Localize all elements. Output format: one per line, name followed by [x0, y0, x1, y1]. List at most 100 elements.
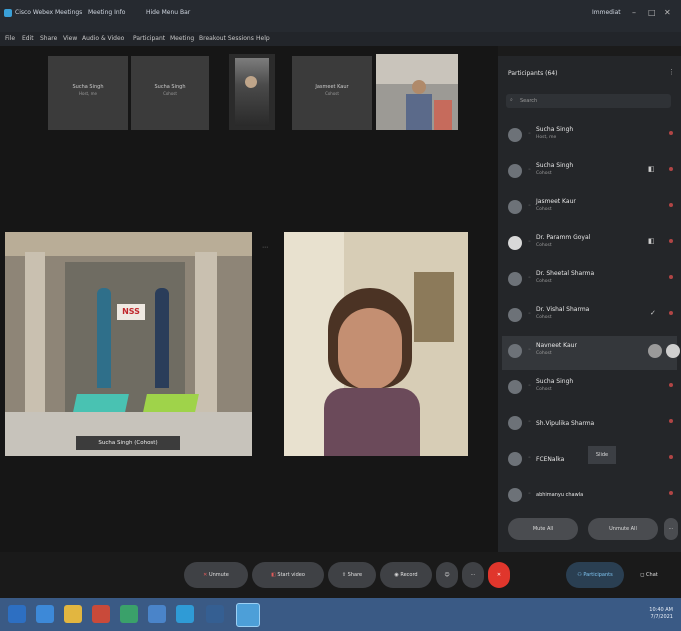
participant-name: Sh.Vipulika Sharma — [536, 420, 595, 427]
menu-help[interactable]: Help — [256, 35, 270, 42]
mic-icon: ◦ — [528, 347, 531, 353]
more-options-button[interactable]: ⋯ — [462, 562, 484, 588]
panel-options-icon[interactable]: ⋮ — [668, 68, 675, 76]
ie-icon[interactable] — [8, 605, 26, 623]
leave-meeting-button[interactable]: ✕ — [488, 562, 510, 588]
more-options-button[interactable] — [666, 344, 680, 358]
menu-edit[interactable]: Edit — [22, 35, 34, 42]
reactions-button[interactable]: ☺ — [436, 562, 458, 588]
close-icon[interactable]: ✕ — [664, 8, 671, 17]
clock-time: 10:40 AM — [649, 607, 673, 613]
participants-title: Participants (64) — [508, 70, 558, 77]
participant-name: Sucha Singh — [536, 162, 574, 169]
participant-search-input[interactable]: ⌕ Search — [506, 94, 671, 108]
maximize-icon[interactable]: □ — [648, 8, 656, 17]
participant-row[interactable]: ◦ Sucha Singh Cohost ◧ — [502, 156, 677, 190]
unmute-all-button[interactable]: Unmute All — [588, 518, 658, 540]
share-button[interactable]: ⇪ Share — [328, 562, 376, 588]
participant-row[interactable]: ◦ abhimanyu chawla — [502, 480, 677, 514]
app-icon[interactable] — [148, 605, 166, 623]
participant-role: Cohost — [536, 315, 552, 320]
smile-icon: ☺ — [444, 572, 450, 578]
person-body — [324, 388, 420, 456]
avatar — [508, 164, 522, 178]
participant-row[interactable]: ◦ Jasmeet Kaur Cohost — [502, 192, 677, 226]
app-icon[interactable] — [206, 605, 224, 623]
thumbnail-role: Host, me — [78, 91, 97, 96]
participant-row[interactable]: ◦ Sucha Singh Cohost — [502, 372, 677, 406]
participants-button[interactable]: ⚇ Participants — [566, 562, 624, 588]
participant-video-thumbnail[interactable] — [376, 54, 458, 130]
search-placeholder: Search — [520, 98, 538, 104]
participant-role: Host, me — [536, 135, 557, 140]
word-icon[interactable] — [176, 605, 194, 623]
status-dot — [669, 491, 673, 495]
start-video-button[interactable]: ◧ Start video — [252, 562, 324, 588]
participant-thumbnail[interactable]: Jasmeet Kaur Cohost — [292, 56, 372, 130]
participant-row[interactable]: ◦ Sucha Singh Host, me — [502, 120, 677, 154]
status-dot — [669, 311, 673, 315]
meeting-info-tab[interactable]: Meeting Info — [88, 9, 125, 16]
person-face — [338, 308, 402, 390]
participant-role: Cohost — [536, 387, 552, 392]
unmute-button[interactable]: ✕ Unmute — [184, 562, 248, 588]
menu-breakout[interactable]: Breakout Sessions — [199, 35, 254, 42]
participant-row[interactable]: ◦ Dr. Paramm Goyal Cohost ◧ — [502, 228, 677, 262]
meeting-controls: ✕ Unmute ◧ Start video ⇪ Share ◉ Record … — [0, 552, 681, 598]
participant-row[interactable]: ◦ Dr. Vishal Sharma Cohost ✓ — [502, 300, 677, 334]
mic-icon: ◦ — [528, 455, 531, 461]
person-figure — [97, 288, 111, 388]
main-video-left[interactable]: NSS — [5, 232, 252, 456]
mic-icon: ◦ — [528, 239, 531, 245]
chrome-icon[interactable] — [120, 605, 138, 623]
avatar — [508, 308, 522, 322]
webex-taskbar-icon[interactable] — [236, 603, 260, 627]
participant-name: Dr. Sheetal Sharma — [536, 270, 595, 277]
more-button[interactable]: ⋯ — [664, 518, 678, 540]
avatar — [508, 380, 522, 394]
participant-row[interactable]: ◦ Sh.Vipulika Sharma — [502, 408, 677, 442]
yoga-mat — [143, 394, 199, 412]
mic-icon: ◦ — [528, 167, 531, 173]
menu-audio-video[interactable]: Audio & Video — [82, 35, 124, 42]
participant-row-selected[interactable]: ◦ Navneet Kaur Cohost — [502, 336, 680, 370]
mute-all-button[interactable]: Mute All — [508, 518, 578, 540]
person-figure — [245, 76, 257, 88]
avatar — [508, 236, 522, 250]
status-dot — [669, 275, 673, 279]
participant-role: Cohost — [536, 243, 552, 248]
shield-icon[interactable] — [36, 605, 54, 623]
participant-row[interactable]: ◦ Dr. Sheetal Sharma Cohost — [502, 264, 677, 298]
meeting-subject: Immediat — [592, 9, 621, 16]
participant-video-thumbnail[interactable] — [229, 54, 275, 130]
participant-thumbnail[interactable]: Sucha Singh Cohost — [131, 56, 209, 130]
chat-label: Chat — [646, 572, 658, 578]
media-icon[interactable] — [92, 605, 110, 623]
video-options-icon[interactable]: ⋯ — [262, 244, 268, 251]
main-video-right[interactable] — [284, 232, 468, 456]
hide-menu-bar-tab[interactable]: Hide Menu Bar — [146, 9, 190, 16]
system-tray-clock[interactable]: 10:40 AM 7/7/2021 — [649, 607, 673, 621]
folder-icon[interactable] — [64, 605, 82, 623]
clock-date: 7/7/2021 — [650, 614, 673, 620]
avatar — [508, 128, 522, 142]
participant-role: Cohost — [536, 207, 552, 212]
menu-share[interactable]: Share — [40, 35, 57, 42]
avatar — [508, 488, 522, 502]
windows-taskbar: 10:40 AM 7/7/2021 — [0, 598, 681, 631]
menu-view[interactable]: View — [63, 35, 77, 42]
mic-icon: ◦ — [528, 311, 531, 317]
menu-file[interactable]: File — [5, 35, 15, 42]
check-icon: ✓ — [650, 309, 656, 317]
participant-row[interactable]: ◦ FCENalka Slide — [502, 444, 677, 478]
participant-name: FCENalka — [536, 456, 565, 463]
mute-participant-button[interactable] — [648, 344, 662, 358]
video-icon: ◧ — [648, 237, 655, 245]
record-button[interactable]: ◉ Record — [380, 562, 432, 588]
minimize-icon[interactable]: – — [632, 8, 636, 17]
chat-button[interactable]: ◻ Chat — [628, 562, 670, 588]
menu-participant[interactable]: Participant — [133, 35, 165, 42]
menu-meeting[interactable]: Meeting — [170, 35, 194, 42]
participant-thumbnail[interactable]: Sucha Singh Host, me — [48, 56, 128, 130]
thumbnail-name: Sucha Singh — [154, 84, 186, 90]
